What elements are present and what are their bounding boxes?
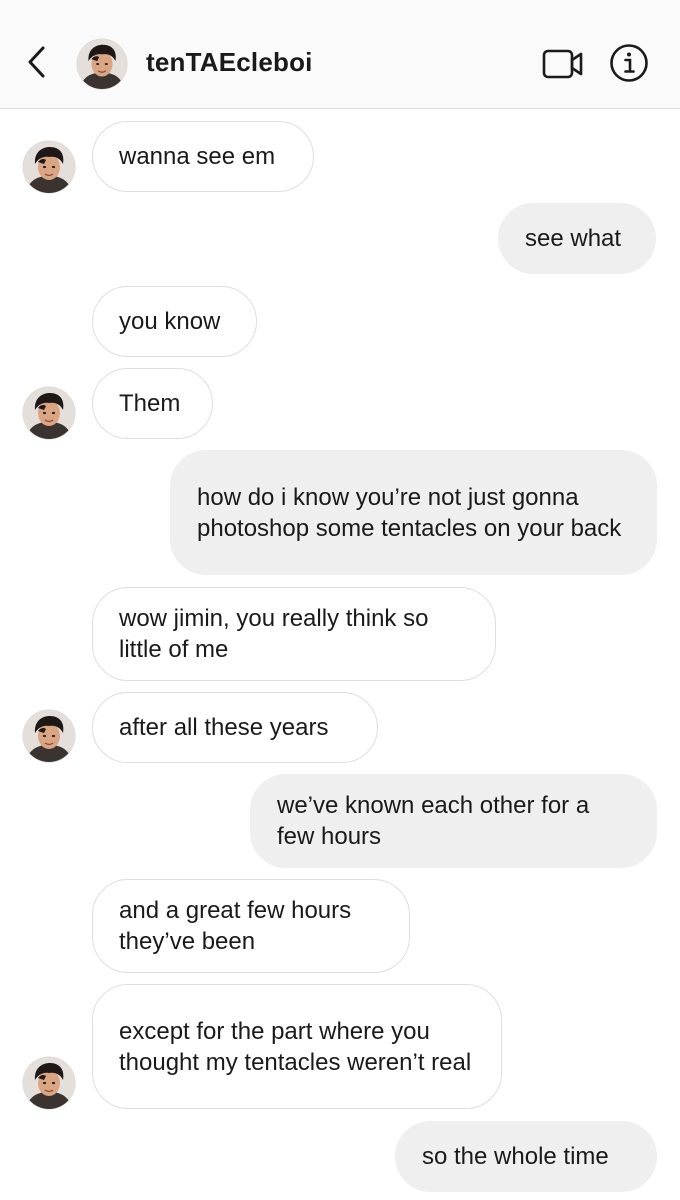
chat-username[interactable]: tenTAEcleboi — [146, 47, 313, 78]
message-text: and a great few hours they’ve been — [119, 897, 352, 955]
message-bubble-outgoing[interactable]: we’ve known each other for a few hours — [250, 774, 657, 868]
message-text: see what — [525, 225, 622, 252]
back-button[interactable] — [18, 40, 54, 84]
message-bubble-incoming[interactable]: except for the part where you thought my… — [92, 984, 502, 1109]
info-icon — [610, 44, 648, 82]
message-bubble-outgoing[interactable]: see what — [498, 203, 656, 274]
sender-avatar[interactable] — [22, 1056, 76, 1110]
message-text: we’ve known each other for a few hours — [277, 792, 590, 850]
video-camera-icon — [542, 49, 583, 79]
message-bubble-outgoing[interactable]: so the whole time — [395, 1121, 657, 1192]
message-text: except for the part where you thought my… — [119, 1017, 472, 1076]
message-text: after all these years — [119, 714, 329, 741]
chevron-left-icon — [28, 46, 45, 78]
sender-avatar[interactable] — [22, 709, 76, 763]
message-bubble-incoming[interactable]: wanna see em — [92, 121, 314, 192]
message-bubble-incoming[interactable]: Them — [92, 368, 213, 439]
message-bubble-incoming[interactable]: you know — [92, 286, 257, 357]
dm-screen: tenTAEcleboi wanna see em see what you k… — [0, 0, 680, 1200]
message-text: Them — [119, 390, 181, 417]
message-text: you know — [119, 308, 221, 335]
message-bubble-incoming[interactable]: after all these years — [92, 692, 378, 763]
message-text: wow jimin, you really think so little of… — [119, 605, 429, 663]
sender-avatar[interactable] — [22, 140, 76, 194]
video-call-button[interactable] — [540, 42, 586, 86]
message-bubble-incoming[interactable]: and a great few hours they’ve been — [92, 879, 410, 973]
message-text: how do i know you’re not just gonna phot… — [197, 483, 622, 542]
header-avatar[interactable] — [76, 38, 128, 90]
message-text: wanna see em — [119, 143, 276, 170]
message-bubble-outgoing[interactable]: how do i know you’re not just gonna phot… — [170, 450, 657, 575]
chat-header: tenTAEcleboi — [0, 0, 680, 109]
message-bubble-incoming[interactable]: wow jimin, you really think so little of… — [92, 587, 496, 681]
message-text: so the whole time — [422, 1143, 609, 1170]
info-button[interactable] — [608, 42, 650, 84]
sender-avatar[interactable] — [22, 386, 76, 440]
